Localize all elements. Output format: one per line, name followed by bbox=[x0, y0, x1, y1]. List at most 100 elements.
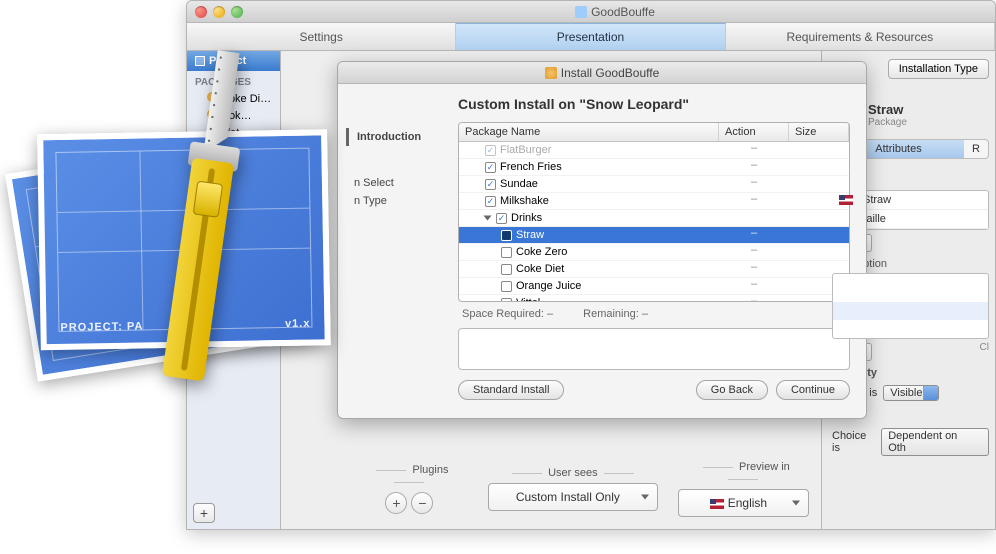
user-sees-select[interactable]: Custom Install Only bbox=[488, 483, 658, 511]
user-sees-label: User sees bbox=[488, 467, 658, 483]
visibility-value: Visible bbox=[890, 387, 922, 399]
row-action: – bbox=[719, 176, 789, 192]
tab-presentation[interactable]: Presentation bbox=[456, 23, 725, 50]
col-package-name[interactable]: Package Name bbox=[459, 123, 719, 141]
preview-value: English bbox=[728, 496, 767, 510]
row-size bbox=[789, 244, 849, 260]
step-introduction: Introduction bbox=[346, 128, 450, 146]
space-remaining-label: Remaining: bbox=[583, 308, 639, 320]
table-row[interactable]: Orange Juice – bbox=[459, 278, 849, 295]
continue-button[interactable]: Continue bbox=[776, 380, 850, 400]
checkbox[interactable] bbox=[501, 247, 512, 258]
close-icon[interactable] bbox=[195, 6, 207, 18]
checkbox[interactable] bbox=[501, 281, 512, 292]
step-type: n Type bbox=[346, 192, 450, 210]
row-action: – bbox=[719, 278, 789, 294]
package-table: Package Name Action Size FlatBurger–Fren… bbox=[458, 122, 850, 302]
state-choice-label: Choice is bbox=[832, 430, 875, 454]
installer-title: Install GoodBouffe bbox=[561, 66, 660, 80]
checkbox[interactable] bbox=[485, 179, 496, 190]
row-action: – bbox=[719, 227, 789, 243]
table-row[interactable]: Sundae– bbox=[459, 176, 849, 193]
table-row[interactable]: FlatBurger – bbox=[459, 142, 849, 159]
package-icon bbox=[545, 67, 557, 79]
space-info: Space Required: – Remaining: – bbox=[458, 302, 850, 326]
step-select: n Select bbox=[346, 174, 450, 192]
row-action: – bbox=[719, 261, 789, 277]
table-row[interactable]: Vittel– bbox=[459, 295, 849, 302]
standard-install-button[interactable]: Standard Install bbox=[458, 380, 564, 400]
installer-steps: Introduction n Select n Type bbox=[338, 84, 458, 418]
row-size bbox=[789, 227, 849, 243]
tab-r[interactable]: R bbox=[964, 140, 988, 158]
row-action: – bbox=[719, 159, 789, 175]
plugins-group: Plugins + − bbox=[351, 464, 468, 514]
checkbox[interactable] bbox=[485, 196, 496, 207]
row-name: Coke Diet bbox=[516, 263, 564, 275]
preview-select[interactable]: English bbox=[678, 489, 809, 517]
folder-icon bbox=[575, 6, 587, 18]
table-row[interactable]: Drinks bbox=[459, 210, 849, 227]
row-name: French Fries bbox=[500, 161, 562, 173]
row-size bbox=[789, 176, 849, 192]
state-value: Dependent on Oth bbox=[888, 430, 957, 454]
installation-type-button[interactable]: Installation Type bbox=[888, 59, 989, 79]
description-grid[interactable] bbox=[832, 273, 989, 339]
minimize-icon[interactable] bbox=[213, 6, 225, 18]
table-row[interactable]: Milkshake – bbox=[459, 193, 849, 210]
checkbox bbox=[485, 145, 496, 156]
row-action: – bbox=[719, 142, 789, 158]
flag-us-icon bbox=[710, 499, 724, 509]
row-name: FlatBurger bbox=[500, 144, 551, 156]
table-row[interactable]: French Fries – bbox=[459, 159, 849, 176]
titlebar: GoodBouffe bbox=[187, 1, 995, 23]
space-required-label: Space Required: bbox=[462, 308, 544, 320]
row-action: – bbox=[719, 295, 789, 302]
plugins-label: Plugins bbox=[351, 464, 468, 492]
center-pane: Install GoodBouffe Introduction n Select… bbox=[281, 51, 821, 529]
row-size bbox=[789, 142, 849, 158]
row-name: Orange Juice bbox=[516, 280, 581, 292]
preview-label: Preview in bbox=[678, 461, 809, 489]
locale-value: Straw bbox=[863, 194, 891, 206]
checkbox[interactable] bbox=[485, 162, 496, 173]
installer-description-area bbox=[458, 328, 850, 370]
row-size bbox=[789, 210, 849, 226]
installer-titlebar: Install GoodBouffe bbox=[338, 62, 866, 84]
col-size[interactable]: Size bbox=[789, 123, 849, 141]
blueprint-label: PROJECT: PA bbox=[60, 320, 143, 333]
visibility-select[interactable]: Visible bbox=[883, 385, 939, 401]
bottom-controls: Plugins + − User sees Custom Install Onl… bbox=[351, 461, 809, 517]
state-select[interactable]: Dependent on Oth bbox=[881, 428, 989, 456]
remove-plugin-button[interactable]: − bbox=[411, 492, 433, 514]
checkbox[interactable] bbox=[501, 264, 512, 275]
main-tabs: Settings Presentation Requirements & Res… bbox=[187, 23, 995, 51]
checkbox[interactable] bbox=[496, 213, 507, 224]
table-row[interactable]: Straw – bbox=[459, 227, 849, 244]
tab-requirements[interactable]: Requirements & Resources bbox=[726, 23, 995, 50]
inspector-title: Straw bbox=[868, 102, 907, 117]
row-name: Coke Zero bbox=[516, 246, 567, 258]
row-action bbox=[719, 210, 789, 226]
disclosure-icon[interactable] bbox=[484, 216, 492, 221]
table-row[interactable]: Coke Zero– bbox=[459, 244, 849, 261]
gear-icon bbox=[501, 230, 512, 241]
row-name: Drinks bbox=[511, 212, 542, 224]
col-action[interactable]: Action bbox=[719, 123, 789, 141]
installer-heading: Custom Install on "Snow Leopard" bbox=[458, 84, 850, 122]
row-size bbox=[789, 159, 849, 175]
blueprint-version: v1.x bbox=[285, 318, 311, 330]
zoom-icon[interactable] bbox=[231, 6, 243, 18]
inspector-kind: Package bbox=[868, 117, 907, 128]
row-name: Straw bbox=[516, 229, 544, 241]
tab-settings[interactable]: Settings bbox=[187, 23, 456, 50]
add-plugin-button[interactable]: + bbox=[385, 492, 407, 514]
window-title: GoodBouffe bbox=[591, 5, 655, 19]
space-remaining-value: – bbox=[642, 308, 648, 320]
go-back-button[interactable]: Go Back bbox=[696, 380, 768, 400]
table-row[interactable]: Coke Diet – bbox=[459, 261, 849, 278]
row-name: Milkshake bbox=[500, 195, 549, 207]
clear-link[interactable]: Cl bbox=[980, 339, 989, 356]
row-action: – bbox=[719, 193, 789, 209]
add-button[interactable]: + bbox=[193, 503, 215, 523]
